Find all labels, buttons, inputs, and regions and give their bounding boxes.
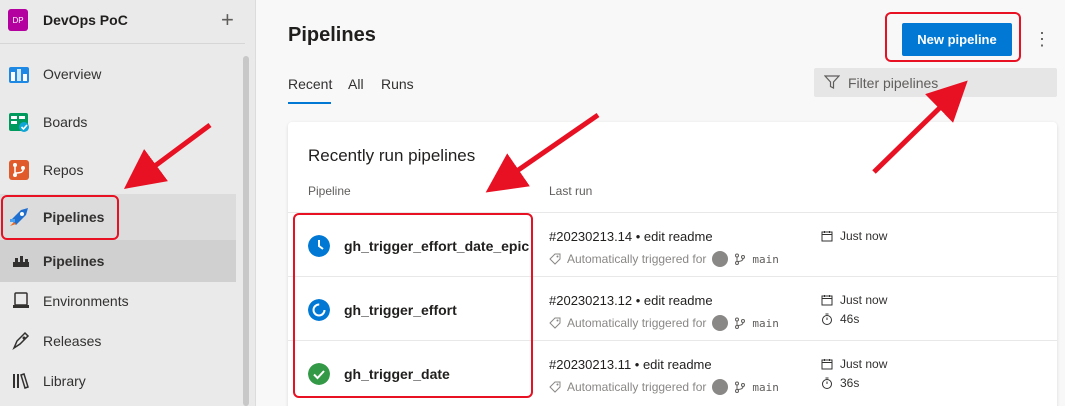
sidebar-subitem-pipelines[interactable]: Pipelines: [0, 240, 236, 282]
sidebar-scrollbar[interactable]: [243, 56, 249, 406]
sidebar-subitem-releases[interactable]: Releases: [0, 320, 236, 362]
filter-icon: [824, 75, 840, 89]
sidebar-item-label: Pipelines: [43, 253, 105, 269]
branch-icon: [735, 317, 746, 329]
stopwatch-icon: [822, 377, 832, 389]
active-tab-indicator: [288, 102, 331, 104]
run-id[interactable]: #20230213.11 • edit readme: [549, 357, 712, 372]
calendar-icon: [821, 295, 833, 306]
trigger-info: Automatically triggered for main: [549, 315, 779, 331]
calendar-icon: [821, 359, 833, 370]
branch-icon: [735, 253, 746, 265]
sidebar-item-label: Environments: [43, 293, 129, 309]
branch-name: main: [752, 316, 779, 330]
trigger-info: Automatically triggered for main: [549, 251, 779, 267]
run-time: Just now: [821, 229, 887, 243]
sidebar-item-label: Overview: [43, 66, 102, 82]
library-icon: [13, 373, 29, 389]
run-id[interactable]: #20230213.12 • edit readme: [549, 293, 713, 308]
project-avatar: DP: [8, 9, 28, 31]
run-time: Just now: [821, 357, 887, 371]
sidebar-item-repos[interactable]: Repos: [0, 148, 236, 192]
project-header[interactable]: DP DevOps PoC +: [0, 0, 245, 44]
tag-icon: [549, 253, 561, 265]
annotation-box-pipeline-list: [293, 213, 533, 398]
run-time-text: Just now: [840, 229, 888, 243]
trigger-text: Automatically triggered for: [567, 316, 707, 330]
stopwatch-icon: [822, 313, 832, 325]
environments-icon: [13, 292, 29, 308]
trigger-text: Automatically triggered for: [567, 252, 707, 266]
sidebar-item-label: Boards: [43, 114, 88, 130]
run-id[interactable]: #20230213.14 • edit readme: [549, 229, 713, 244]
card-title: Recently run pipelines: [308, 146, 476, 165]
filter-placeholder: Filter pipelines: [848, 75, 939, 91]
repos-icon: [9, 160, 29, 180]
column-header-pipeline: Pipeline: [308, 184, 351, 198]
column-header-last-run: Last run: [549, 184, 593, 198]
releases-icon: [12, 331, 30, 351]
sidebar-item-overview[interactable]: Overview: [0, 52, 236, 96]
tab-runs[interactable]: Runs: [381, 76, 414, 92]
run-time-text: Just now: [840, 293, 888, 307]
sidebar-item-label: Library: [43, 373, 86, 389]
user-avatar: [712, 251, 729, 267]
run-duration: 46s: [821, 312, 859, 326]
page-title: Pipelines: [288, 24, 376, 46]
sidebar-subitem-library[interactable]: Library: [0, 360, 236, 402]
overview-icon: [9, 67, 29, 83]
calendar-icon: [821, 231, 833, 242]
sidebar-item-boards[interactable]: Boards: [0, 100, 236, 144]
branch-name: main: [752, 252, 779, 266]
sidebar-subitem-environments[interactable]: Environments: [0, 280, 236, 322]
project-name[interactable]: DevOps PoC: [43, 12, 128, 28]
add-icon[interactable]: +: [221, 9, 234, 31]
annotation-box-new-pipeline: [885, 12, 1021, 62]
run-duration-text: 36s: [840, 376, 860, 390]
branch-name: main: [752, 380, 779, 394]
tag-icon: [549, 381, 561, 393]
filter-pipelines-input[interactable]: Filter pipelines: [814, 68, 1057, 97]
annotation-box-pipelines-nav: [1, 195, 119, 240]
more-options-icon[interactable]: ⋮: [1033, 28, 1051, 50]
tab-recent[interactable]: Recent: [288, 76, 332, 92]
sidebar-item-label: Releases: [43, 333, 102, 349]
run-time-text: Just now: [840, 357, 888, 371]
run-time: Just now: [821, 293, 887, 307]
boards-icon: [9, 113, 29, 132]
trigger-text: Automatically triggered for: [567, 380, 707, 394]
tab-all[interactable]: All: [348, 76, 364, 92]
trigger-info: Automatically triggered for main: [549, 379, 779, 395]
pipelines-sub-icon: [13, 256, 29, 267]
sidebar-item-label: Repos: [43, 162, 84, 178]
run-duration-text: 46s: [840, 312, 860, 326]
user-avatar: [712, 315, 729, 331]
tag-icon: [549, 317, 561, 329]
branch-icon: [735, 381, 746, 393]
user-avatar: [712, 379, 729, 395]
run-duration: 36s: [821, 376, 859, 390]
